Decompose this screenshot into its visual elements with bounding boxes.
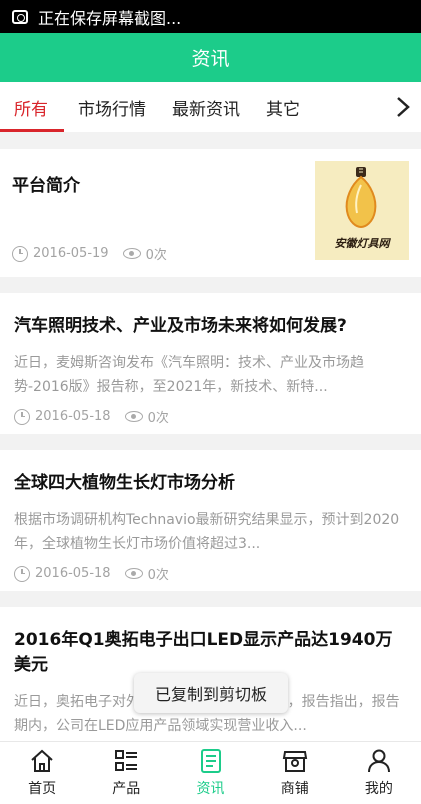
bottom-nav: 首页 产品 资讯 商铺 我的: [0, 741, 421, 804]
svg-text:安徽灯具网: 安徽灯具网: [335, 237, 392, 250]
article-summary: 近日，麦姆斯咨询发布《汽车照明：技术、产业及市场趋势-2016版》报告称，至20…: [14, 355, 364, 395]
nav-mine[interactable]: 我的: [337, 742, 421, 804]
nav-label: 资讯: [196, 781, 225, 797]
article-meta: 2016-05-18 0次: [14, 564, 407, 583]
article-date: 2016-05-18: [35, 409, 111, 424]
list-item[interactable]: 全球四大植物生长灯市场分析 根据市场调研机构Technavio最新研究结果显示，…: [0, 450, 421, 591]
article-title: 全球四大植物生长灯市场分析: [14, 473, 235, 493]
list-item[interactable]: 汽车照明技术、产业及市场未来将如何发展? 近日，麦姆斯咨询发布《汽车照明：技术、…: [0, 293, 421, 434]
article-title: 汽车照明技术、产业及市场未来将如何发展?: [14, 316, 347, 336]
nav-label: 产品: [112, 781, 141, 797]
eye-icon: [124, 568, 143, 579]
nav-shop[interactable]: 商铺: [253, 742, 337, 804]
tab-latest-news[interactable]: 最新资讯: [172, 82, 240, 132]
eye-icon: [124, 411, 143, 422]
tab-all[interactable]: 所有: [0, 82, 64, 132]
eye-icon: [122, 248, 141, 259]
page-header: 资讯: [0, 33, 421, 82]
screenshot-icon: [12, 9, 28, 24]
article-date: 2016-05-18: [35, 566, 111, 581]
shop-icon: [282, 751, 307, 772]
tab-other[interactable]: 其它: [266, 82, 300, 132]
status-bar: 正在保存屏幕截图...: [0, 0, 421, 33]
article-views: 0次: [147, 568, 169, 583]
page-title: 资讯: [191, 48, 230, 70]
article-date: 2016-05-19: [33, 246, 109, 261]
news-icon: [200, 749, 221, 773]
home-icon: [31, 749, 53, 772]
user-icon: [367, 749, 390, 773]
category-tabs: 所有 市场行情 最新资讯 其它: [0, 82, 421, 132]
article-thumbnail: 安徽灯具网: [315, 161, 409, 260]
tab-market[interactable]: 市场行情: [78, 82, 146, 132]
toast-message: 已复制到剪切板: [134, 673, 288, 713]
article-summary: 根据市场调研机构Technavio最新研究结果显示，预计到2020年，全球植物生…: [14, 512, 400, 552]
article-views: 0次: [145, 248, 167, 263]
nav-products[interactable]: 产品: [84, 742, 168, 804]
status-text: 正在保存屏幕截图...: [38, 8, 182, 28]
list-item[interactable]: 平台简介 2016-05-19 0次 安徽灯具网: [0, 149, 421, 277]
article-title: 2016年Q1奥拓电子出口LED显示产品达1940万美元: [14, 630, 393, 675]
product-list-icon: [115, 750, 138, 771]
clock-icon: [12, 245, 28, 262]
bulb-logo-icon: 安徽灯具网: [335, 167, 392, 250]
nav-label: 商铺: [280, 781, 309, 797]
toast-text: 已复制到剪切板: [154, 685, 267, 704]
nav-home[interactable]: 首页: [0, 742, 84, 804]
article-views: 0次: [147, 411, 169, 426]
nav-label: 首页: [28, 781, 57, 797]
nav-label: 我的: [364, 781, 393, 797]
clock-icon: [14, 565, 30, 582]
clock-icon: [14, 408, 30, 425]
chevron-right-icon[interactable]: [393, 96, 413, 118]
article-meta: 2016-05-18 0次: [14, 407, 407, 426]
article-meta: 2016-05-19 0次: [12, 244, 167, 263]
nav-news[interactable]: 资讯: [168, 742, 252, 804]
article-title: 平台简介: [12, 176, 80, 196]
